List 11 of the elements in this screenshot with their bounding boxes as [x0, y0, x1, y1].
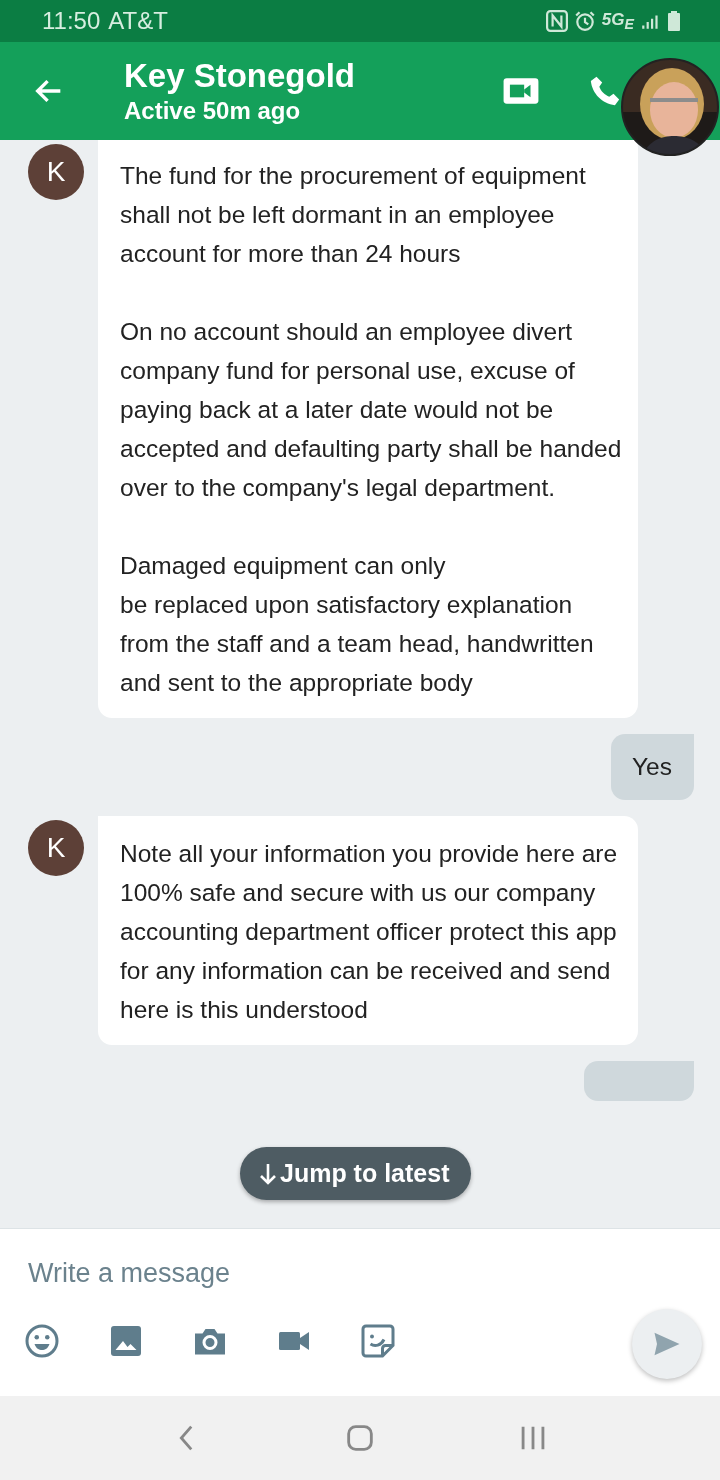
active-status: Active 50m ago [124, 97, 302, 125]
avatar-initial: K [28, 820, 84, 876]
message-bubble: The fund for the procurement of equipment shall not be left dormant in an employee account for more than 24 hours On no account should an employee divert company fund for personal use, excuse of paying back at a later date would not be accepted and defaulting party shall be handed over to the company's legal department. Damaged equipment can only be replaced upon satisfactory explanation from the staff and a team head, handwritten and sent to the appropriate body [98, 140, 638, 718]
contact-name: Key Stonegold [124, 57, 356, 95]
avatar-initial: K [28, 144, 84, 200]
network-type: 5G$_{E}$ [601, 9, 634, 33]
carrier-name: AT&T [108, 7, 168, 35]
message-bubble: Note all your information you provide here are 100% safe and secure with us our company accounting department officer protect this app for any information can be received and send here is this understood [98, 816, 638, 1045]
jump-to-latest-button[interactable]: Jump to latest [240, 1147, 472, 1200]
message-bubble: Yes [611, 734, 694, 800]
clock-time: 11:50 [42, 7, 101, 35]
